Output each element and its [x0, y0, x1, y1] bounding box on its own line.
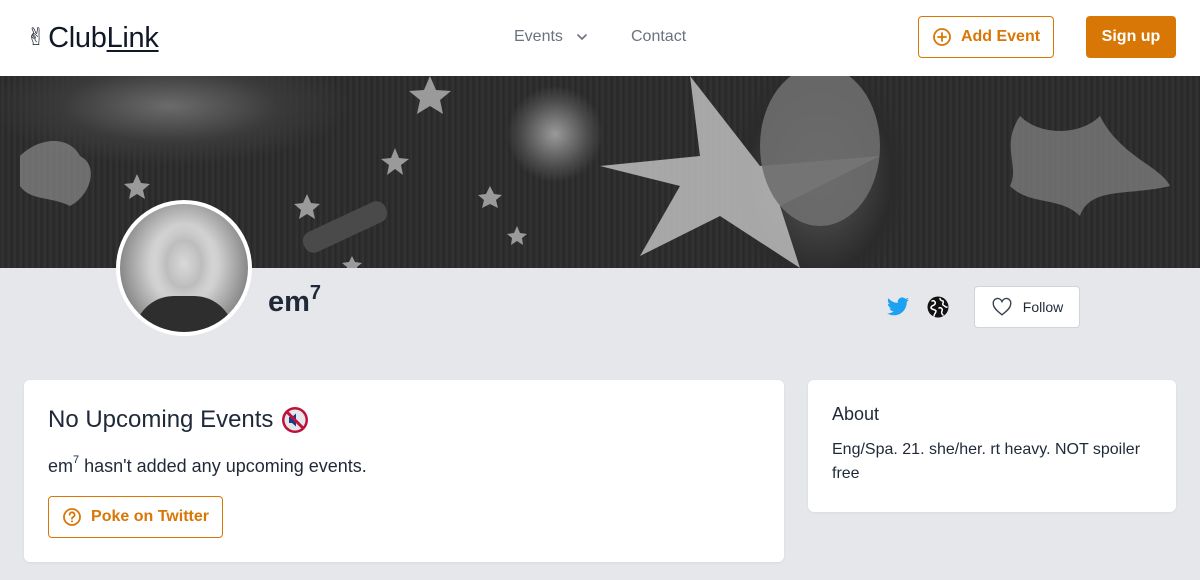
add-event-button[interactable]: Add Event: [918, 16, 1054, 58]
logo-text-club: Club: [48, 21, 107, 54]
nav-events-dropdown[interactable]: Events: [514, 26, 589, 48]
sign-up-label: Sign up: [1101, 28, 1161, 45]
events-card-message: em7 hasn't added any upcoming events.: [48, 454, 367, 477]
message-rest: hasn't added any upcoming events.: [79, 456, 367, 476]
nav-contact-label: Contact: [631, 28, 687, 45]
add-event-label: Add Event: [960, 28, 1041, 45]
chevron-down-icon: [577, 34, 587, 40]
profile-avatar: [116, 200, 252, 336]
nav-contact-link[interactable]: Contact: [631, 26, 686, 48]
peace-hand-icon: ✌: [26, 24, 47, 51]
twitter-icon[interactable]: [886, 295, 910, 319]
poke-on-twitter-button[interactable]: Poke on Twitter: [48, 496, 223, 538]
top-navbar: ✌ Club Link Events Contact Add Event Sig…: [0, 0, 1200, 76]
follow-button[interactable]: Follow: [974, 286, 1080, 328]
events-card-title: No Upcoming Events: [48, 406, 309, 434]
clublink-logo[interactable]: ✌ Club Link: [26, 20, 159, 56]
globe-icon[interactable]: [926, 295, 950, 319]
logo-text-link: Link: [106, 21, 159, 54]
about-card: About Eng/Spa. 21. she/her. rt heavy. NO…: [808, 380, 1176, 512]
nav-events-label: Events: [514, 28, 563, 45]
about-title: About: [832, 404, 880, 424]
upcoming-events-card: No Upcoming Events em7 hasn't added any …: [24, 380, 784, 562]
follow-label: Follow: [1022, 299, 1064, 315]
about-text: Eng/Spa. 21. she/her. rt heavy. NOT spoi…: [832, 441, 1141, 482]
events-card-title-text: No Upcoming Events: [48, 406, 274, 433]
message-name: em: [48, 456, 74, 476]
profile-name-superscript: 7: [309, 282, 322, 304]
sign-up-button[interactable]: Sign up: [1086, 16, 1176, 58]
poke-label: Poke on Twitter: [91, 508, 209, 525]
avatar-photo: [120, 204, 248, 332]
profile-name: em7: [268, 282, 321, 319]
heart-icon: [992, 297, 1012, 316]
question-circle-icon: [63, 508, 81, 526]
message-name-superscript: 7: [73, 454, 80, 466]
muted-speaker-icon: [282, 407, 309, 433]
profile-name-text: em: [268, 286, 310, 318]
plus-circle-icon: [933, 28, 951, 46]
